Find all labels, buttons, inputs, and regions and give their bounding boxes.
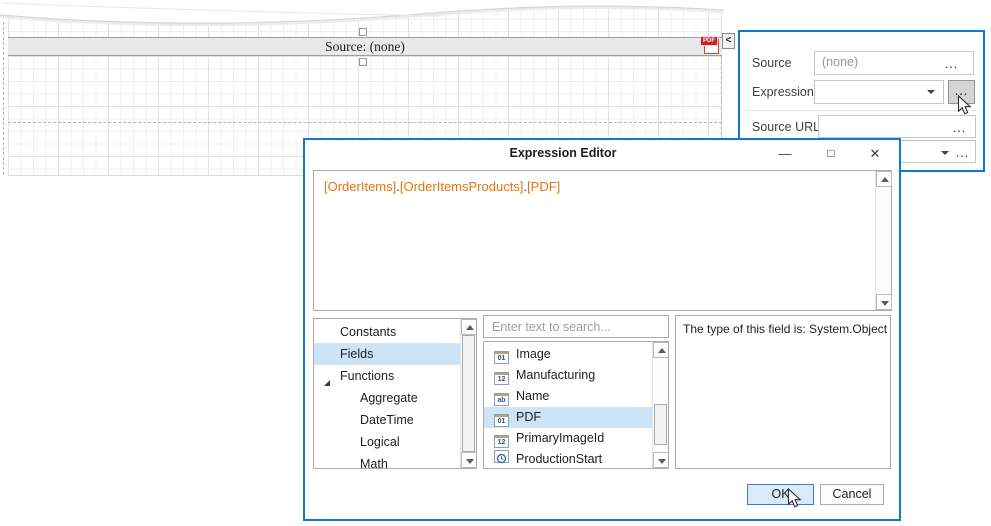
tree-category-label: Logical <box>360 435 400 449</box>
selection-handle-bottom[interactable] <box>359 58 367 66</box>
fields-list: 01 Image 12 Manufacturing ab Name 01 PDF 12 P… <box>483 341 669 469</box>
field-type-icon-ab: ab <box>494 393 509 406</box>
tree-category-item[interactable]: Math <box>314 453 460 469</box>
scrollbar-thumb[interactable] <box>654 404 667 445</box>
expression-label: Expression <box>752 80 814 104</box>
band-boundary-dashed-line <box>8 122 722 123</box>
panel-collapse-button[interactable]: < <box>722 33 735 49</box>
expression-editor-dialog: Expression Editor — □ ✕ [OrderItems].[Or… <box>303 138 901 521</box>
category-tree: Constants Fields Functions Aggregate Dat… <box>313 318 477 469</box>
field-list-item[interactable]: 01 PDF <box>484 407 652 428</box>
scroll-up-icon[interactable] <box>653 342 669 358</box>
dropdown-arrow-icon[interactable] <box>927 90 935 94</box>
memo-scrollbar[interactable] <box>875 171 891 310</box>
panel-separator <box>746 110 978 111</box>
source-label: Source <box>752 51 792 75</box>
dropdown-arrow-icon[interactable] <box>941 151 949 155</box>
scroll-up-icon[interactable] <box>461 319 477 335</box>
tree-category-item[interactable]: DateTime <box>314 409 460 431</box>
tree-category-item[interactable]: Logical <box>314 431 460 453</box>
tree-category-label: Math <box>360 457 388 469</box>
field-name-label: PDF <box>516 410 541 424</box>
source-ellipsis-button[interactable]: … <box>944 53 959 74</box>
field-list-item[interactable]: ProductionStart <box>484 449 652 469</box>
ok-button[interactable]: OK <box>747 484 814 505</box>
list-scrollbar[interactable] <box>652 342 668 468</box>
field-name-label: Manufacturing <box>516 368 595 382</box>
field-type-icon-12: 12 <box>494 372 509 385</box>
expression-text: [OrderItems].[OrderItemsProducts].[PDF] <box>324 179 560 194</box>
tree-category-label: Aggregate <box>360 391 418 405</box>
tree-category-item[interactable]: Fields <box>314 343 460 365</box>
scroll-up-icon[interactable] <box>876 171 892 187</box>
field-type-icon-12: 12 <box>494 435 509 448</box>
maximize-icon[interactable]: □ <box>817 143 845 165</box>
field-name-label: Name <box>516 389 549 403</box>
cancel-button[interactable]: Cancel <box>820 484 884 505</box>
field-type-icon-01: 01 <box>494 351 509 364</box>
field-name-label: ProductionStart <box>516 452 602 466</box>
left-margin-dashed-line <box>3 22 4 175</box>
tree-category-item[interactable]: Constants <box>314 321 460 343</box>
tree-category-label: Functions <box>340 369 394 383</box>
field-list-item[interactable]: 12 Manufacturing <box>484 365 652 386</box>
expression-memo-edit[interactable]: [OrderItems].[OrderItemsProducts].[PDF] <box>313 170 892 311</box>
tree-category-label: Constants <box>340 325 396 339</box>
close-icon[interactable]: ✕ <box>861 143 889 165</box>
field-name-label: Image <box>516 347 551 361</box>
field-name-label: PrimaryImageId <box>516 431 604 445</box>
url-expression-ellipsis-button[interactable]: … <box>955 142 970 163</box>
report-designer-screen: Source: (none) PDF < Source (none) … Exp… <box>0 0 991 526</box>
field-type-info: The type of this field is: System.Object <box>675 315 891 469</box>
source-url-field[interactable]: … <box>818 115 976 138</box>
search-input[interactable] <box>484 316 668 337</box>
minimize-icon[interactable]: — <box>771 143 799 165</box>
report-band-source[interactable]: Source: (none) <box>8 37 722 56</box>
tree-scrollbar[interactable] <box>460 319 476 468</box>
datetime-field-icon <box>494 450 509 463</box>
field-type-icon-01: 01 <box>494 414 509 427</box>
field-list-item[interactable]: 12 PrimaryImageId <box>484 428 652 449</box>
expression-combo[interactable] <box>814 80 944 104</box>
scrollbar-thumb[interactable] <box>462 335 475 452</box>
source-value: (none) <box>822 52 858 73</box>
dialog-titlebar[interactable]: Expression Editor — □ ✕ <box>305 140 899 168</box>
selection-handle-top[interactable] <box>359 28 367 36</box>
source-url-label: Source URL <box>752 115 820 139</box>
field-search-box <box>483 315 669 338</box>
tree-category-label: Fields <box>340 347 373 361</box>
source-url-ellipsis-button[interactable]: … <box>952 117 967 138</box>
field-list-item[interactable]: 01 Image <box>484 344 652 365</box>
tree-category-item[interactable]: Aggregate <box>314 387 460 409</box>
field-list-item[interactable]: ab Name <box>484 386 652 407</box>
tree-category-item[interactable]: Functions <box>314 365 460 387</box>
scroll-down-icon[interactable] <box>653 452 669 468</box>
pdf-file-icon: PDF <box>700 36 718 46</box>
source-field[interactable]: (none) … <box>814 51 974 75</box>
tree-category-label: DateTime <box>360 413 414 427</box>
expression-ellipsis-button[interactable]: … <box>948 80 975 104</box>
scroll-down-icon[interactable] <box>461 452 477 468</box>
scroll-down-icon[interactable] <box>876 294 892 310</box>
dialog-title: Expression Editor <box>305 146 821 160</box>
